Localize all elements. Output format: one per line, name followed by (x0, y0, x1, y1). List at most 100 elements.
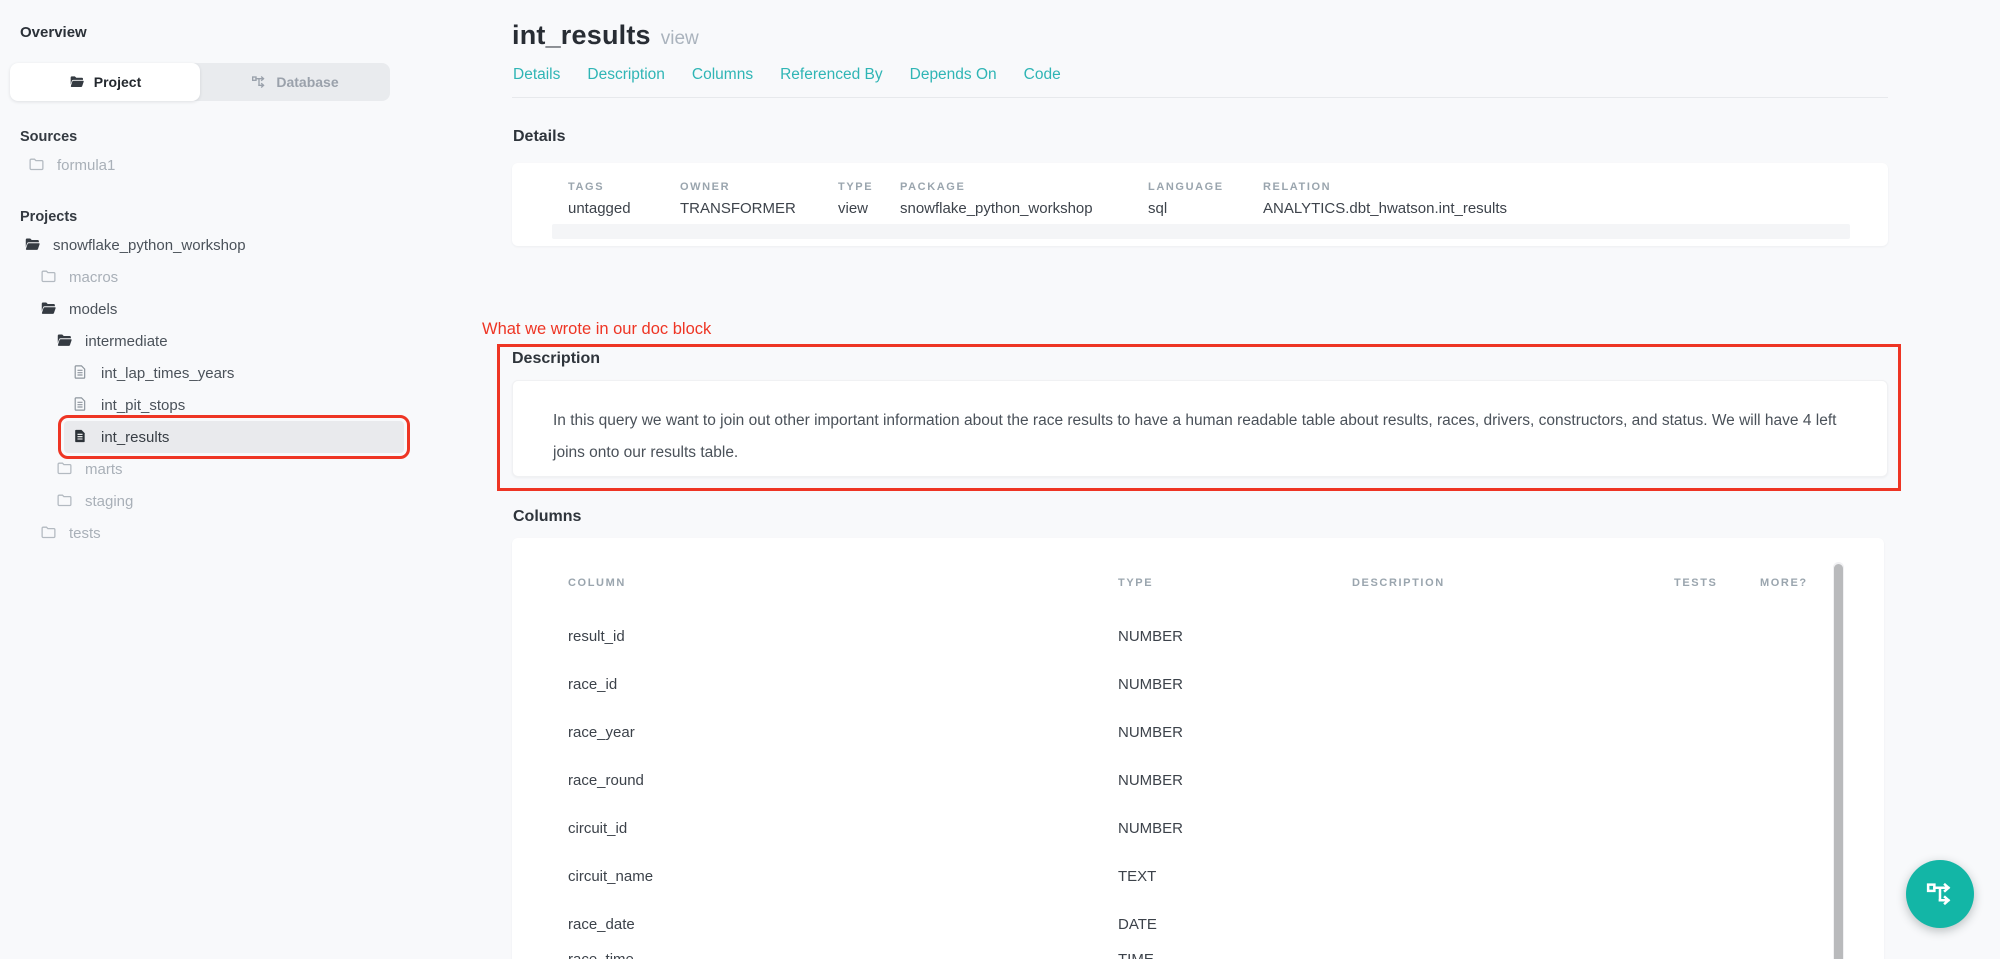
column-name-cell: circuit_id (568, 820, 627, 838)
page-title: int_results (512, 20, 651, 51)
detail-value: TRANSFORMER (680, 200, 796, 217)
column-type-cell: NUMBER (1118, 628, 1183, 646)
sources-list: formula1 (0, 149, 460, 181)
tab-details[interactable]: Details (513, 66, 560, 84)
tree-item-intermediate[interactable]: intermediate (48, 325, 404, 357)
columns-heading: Columns (513, 508, 581, 526)
lineage-icon (1925, 879, 1955, 909)
tree-item-label: macros (69, 269, 118, 286)
column-header-tests: TESTS (1674, 577, 1717, 589)
column-type-cell: TIME (1118, 951, 1154, 959)
tree-item-marts[interactable]: marts (48, 453, 404, 485)
main-content: int_results view Details Description Colum… (512, 0, 1888, 959)
folder-closed-icon (28, 156, 46, 174)
tree-item-label: models (69, 301, 117, 318)
description-card: In this query we want to join out other … (512, 380, 1888, 477)
tab-columns[interactable]: Columns (692, 66, 753, 84)
tree-item-label: intermediate (85, 333, 168, 350)
detail-value: snowflake_python_workshop (900, 200, 1093, 217)
tab-depends-on[interactable]: Depends On (910, 66, 997, 84)
column-type-cell: DATE (1118, 916, 1157, 934)
detail-label: OWNER (680, 181, 796, 193)
column-header-more: MORE? (1760, 577, 1808, 589)
column-name-cell: race_date (568, 916, 635, 934)
detail-label: TAGS (568, 181, 631, 193)
model-type-badge: view (661, 28, 699, 50)
detail-field-type: TYPE view (838, 181, 873, 217)
folder-open-icon (40, 300, 58, 318)
detail-field-tags: TAGS untagged (568, 181, 631, 217)
sources-heading: Sources (20, 129, 460, 145)
detail-value: view (838, 200, 873, 217)
tab-code[interactable]: Code (1024, 66, 1061, 84)
column-type-cell: NUMBER (1118, 820, 1183, 838)
columns-card: COLUMNTYPEDESCRIPTIONTESTSMORE?result_id… (512, 538, 1884, 959)
column-header-type: TYPE (1118, 577, 1153, 589)
view-toggle: Project Database (10, 63, 390, 101)
detail-label: LANGUAGE (1148, 181, 1224, 193)
column-name-cell: race_time (568, 951, 634, 959)
details-card: TAGS untagged OWNER TRANSFORMER TYPE view PACK… (512, 163, 1888, 246)
tab-description[interactable]: Description (587, 66, 665, 84)
file-icon (72, 396, 90, 414)
tree-item-int_pit_stops[interactable]: int_pit_stops (64, 389, 404, 421)
tab-bar: Details Description Columns Referenced By De… (513, 66, 1061, 84)
column-type-cell: TEXT (1118, 868, 1156, 886)
source-item-label: formula1 (57, 157, 115, 174)
folder-open-icon (24, 236, 42, 254)
column-name-cell: race_id (568, 676, 617, 694)
column-header-column: COLUMN (568, 577, 626, 589)
tree-item-macros[interactable]: macros (32, 261, 404, 293)
tree-item-label: int_lap_times_years (101, 365, 234, 382)
detail-field-language: LANGUAGEsql (1148, 181, 1224, 217)
projects-heading: Projects (20, 209, 460, 225)
description-text: In this query we want to join out other … (513, 381, 1887, 469)
column-name-cell: circuit_name (568, 868, 653, 886)
details-heading: Details (513, 128, 565, 146)
columns-scrollbar[interactable] (1833, 562, 1844, 959)
project-toggle-button[interactable]: Project (10, 63, 200, 101)
tree-item-tests[interactable]: tests (32, 517, 404, 549)
folder-open-icon (69, 74, 85, 90)
description-heading: Description (512, 350, 600, 368)
detail-field-package: PACKAGEsnowflake_python_workshop (900, 181, 1093, 217)
folder-closed-icon (40, 524, 58, 542)
tree-item-snowflake_python_workshop[interactable]: snowflake_python_workshop (16, 229, 404, 261)
folder-open-icon (56, 332, 74, 350)
lineage-icon (251, 74, 267, 90)
folder-closed-icon (56, 460, 74, 478)
detail-field-relation: RELATION ANALYTICS.dbt_hwatson.int_result… (1263, 181, 1507, 217)
detail-value: untagged (568, 200, 631, 217)
tree-item-label: snowflake_python_workshop (53, 237, 246, 254)
tab-divider (512, 97, 1888, 98)
detail-field-owner: OWNER TRANSFORMER (680, 181, 796, 217)
sidebar-title: Overview (20, 24, 460, 41)
file-icon (72, 364, 90, 382)
folder-closed-icon (56, 492, 74, 510)
detail-label: TYPE (838, 181, 873, 193)
column-name-cell: result_id (568, 628, 625, 646)
lineage-fab[interactable] (1906, 860, 1974, 928)
database-toggle-label: Database (276, 74, 338, 90)
detail-value: ANALYTICS.dbt_hwatson.int_results (1263, 200, 1507, 217)
columns-scrollbar-thumb[interactable] (1834, 564, 1843, 959)
folder-closed-icon (40, 268, 58, 286)
tree-item-int_results[interactable]: int_results (64, 421, 404, 453)
tree-item-models[interactable]: models (32, 293, 404, 325)
tree-item-label: int_pit_stops (101, 397, 185, 414)
column-type-cell: NUMBER (1118, 772, 1183, 790)
tree-item-label: staging (85, 493, 133, 510)
tree-item-staging[interactable]: staging (48, 485, 404, 517)
column-name-cell: race_round (568, 772, 644, 790)
file-solid-icon (72, 428, 90, 446)
doc-block-annotation: What we wrote in our doc block (482, 320, 711, 339)
source-item-formula1[interactable]: formula1 (20, 149, 404, 181)
column-type-cell: NUMBER (1118, 724, 1183, 742)
page-title-row: int_results view (512, 20, 699, 51)
tree-item-int_lap_times_years[interactable]: int_lap_times_years (64, 357, 404, 389)
tree-item-label: tests (69, 525, 101, 542)
tree-item-label: marts (85, 461, 123, 478)
detail-label: RELATION (1263, 181, 1507, 193)
tab-referenced-by[interactable]: Referenced By (780, 66, 883, 84)
database-toggle-button[interactable]: Database (200, 63, 390, 101)
